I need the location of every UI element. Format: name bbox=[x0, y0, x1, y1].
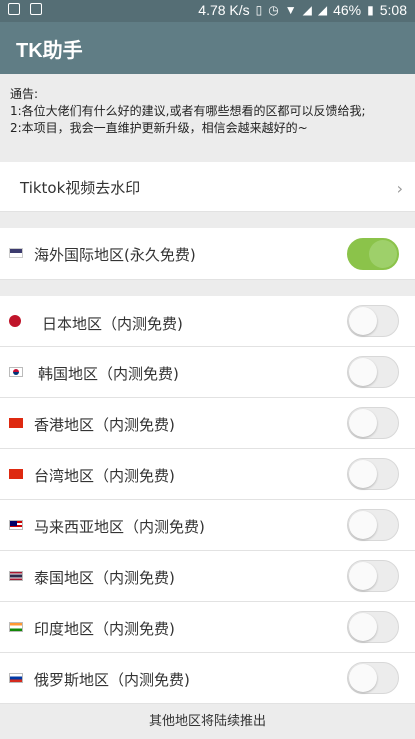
region-toggle-russia[interactable] bbox=[347, 662, 399, 694]
wifi-icon: ▼ bbox=[284, 3, 297, 17]
signal-icon: ◢ bbox=[302, 3, 312, 17]
korea-flag-icon bbox=[9, 367, 23, 377]
region-label-india: 印度地区（内测免费) bbox=[34, 620, 175, 638]
region-row-taiwan[interactable]: 台湾地区（内测免费) bbox=[0, 449, 415, 500]
region-toggle-india[interactable] bbox=[347, 611, 399, 643]
status-bar: 4.78 K/s ▯ ◷ ▼ ◢ ◢ 46% ▮ 5:08 bbox=[0, 0, 415, 22]
hongkong-flag-icon bbox=[9, 418, 23, 428]
alarm-icon: ◷ bbox=[268, 3, 279, 17]
toggle-knob bbox=[349, 307, 377, 335]
chevron-right-icon: › bbox=[396, 179, 403, 198]
region-row-thailand[interactable]: 泰国地区（内测免费) bbox=[0, 551, 415, 602]
region-row-japan[interactable]: 日本地区（内测免费) bbox=[0, 296, 415, 347]
region-toggle-hongkong[interactable] bbox=[347, 407, 399, 439]
region-row-hongkong[interactable]: 香港地区（内测免费) bbox=[0, 398, 415, 449]
region-toggle-japan[interactable] bbox=[347, 305, 399, 337]
region-row-korea[interactable]: 韩国地区（内测免费) bbox=[0, 347, 415, 398]
toggle-knob bbox=[349, 460, 377, 488]
region-label-malaysia: 马来西亚地区（内测免费) bbox=[34, 518, 205, 536]
toggle-knob bbox=[349, 358, 377, 386]
region-label-korea: 韩国地区（内测免费) bbox=[38, 365, 179, 383]
toggle-knob bbox=[349, 664, 377, 692]
region-toggle-thailand[interactable] bbox=[347, 560, 399, 592]
region-toggle-taiwan[interactable] bbox=[347, 458, 399, 490]
notice-heading: 通告: bbox=[10, 87, 39, 101]
thailand-flag-icon bbox=[9, 571, 23, 581]
footer-note: 其他地区将陆续推出 bbox=[0, 704, 415, 739]
toggle-knob bbox=[349, 613, 377, 641]
network-speed: 4.78 K/s bbox=[198, 2, 250, 18]
region-toggle-global[interactable] bbox=[347, 238, 399, 270]
notice-panel: 通告: 1:各位大佬们有什么好的建议,或者有哪些想看的区都可以反馈给我; 2:本… bbox=[0, 74, 415, 158]
region-label-japan: 日本地区（内测免费) bbox=[42, 315, 183, 333]
notice-line-1: 1:各位大佬们有什么好的建议,或者有哪些想看的区都可以反馈给我; bbox=[10, 104, 366, 118]
region-label-global: 海外国际地区(永久免费) bbox=[34, 246, 196, 264]
us-flag-icon bbox=[9, 248, 23, 258]
app-notification-icon bbox=[8, 3, 20, 15]
app-title: TK助手 bbox=[16, 40, 83, 62]
region-label-thailand: 泰国地区（内测免费) bbox=[34, 569, 175, 587]
toggle-knob bbox=[349, 511, 377, 539]
signal-icon-2: ◢ bbox=[317, 3, 328, 17]
app-bar: TK助手 bbox=[0, 22, 415, 74]
watermark-removal-label: Tiktok视频去水印 bbox=[20, 179, 141, 197]
battery-icon: ▮ bbox=[367, 3, 374, 17]
taiwan-flag-icon bbox=[9, 469, 23, 479]
region-row-russia[interactable]: 俄罗斯地区（内测免费) bbox=[0, 653, 415, 704]
region-toggle-korea[interactable] bbox=[347, 356, 399, 388]
region-row-india[interactable]: 印度地区（内测免费) bbox=[0, 602, 415, 653]
region-label-hongkong: 香港地区（内测免费) bbox=[34, 416, 175, 434]
notice-line-2: 2:本项目，我会一直维护更新升级，相信会越来越好的~ bbox=[10, 121, 308, 135]
clock: 5:08 bbox=[379, 2, 407, 18]
watermark-removal-row[interactable]: Tiktok视频去水印 › bbox=[0, 162, 415, 212]
region-label-taiwan: 台湾地区（内测免费) bbox=[34, 467, 175, 485]
battery-level: 46% bbox=[333, 2, 362, 18]
malaysia-flag-icon bbox=[9, 520, 23, 530]
toggle-knob bbox=[369, 240, 397, 268]
region-row-malaysia[interactable]: 马来西亚地区（内测免费) bbox=[0, 500, 415, 551]
russia-flag-icon bbox=[9, 673, 23, 683]
region-toggle-malaysia[interactable] bbox=[347, 509, 399, 541]
region-row-global[interactable]: 海外国际地区(永久免费) bbox=[0, 228, 415, 280]
vibrate-icon: ▯ bbox=[255, 3, 263, 17]
japan-flag-icon bbox=[9, 315, 21, 327]
india-flag-icon bbox=[9, 622, 23, 632]
toggle-knob bbox=[349, 409, 377, 437]
region-label-russia: 俄罗斯地区（内测免费) bbox=[34, 671, 190, 689]
image-notification-icon bbox=[30, 3, 42, 15]
toggle-knob bbox=[349, 562, 377, 590]
